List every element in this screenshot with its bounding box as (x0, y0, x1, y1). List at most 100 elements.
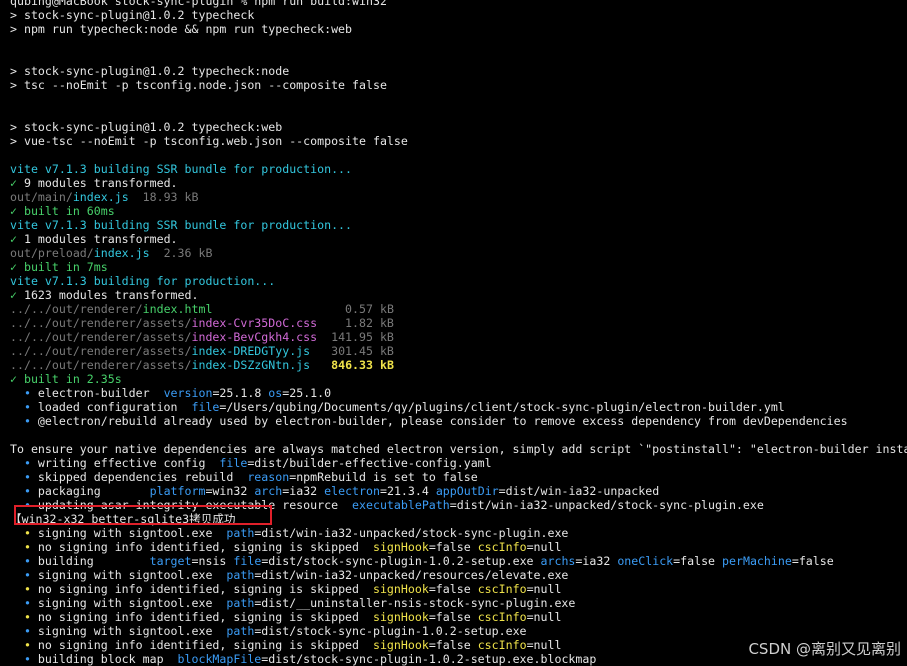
terminal-line: To ensure your native dependencies are a… (10, 442, 907, 456)
terminal-text-segment: path (226, 568, 255, 582)
terminal-text-segment: 9 modules transformed. (16, 176, 178, 190)
terminal-text-segment: signHook (372, 540, 429, 554)
terminal-text-segment: cscInfo (477, 610, 527, 624)
terminal-text-segment: =dist/win-ia32-unpacked/stock-sync-plugi… (254, 526, 569, 540)
terminal-text-segment: loaded configuration (37, 400, 192, 414)
terminal-line: ✓ built in 7ms (10, 260, 907, 274)
terminal-text-segment: ../../out/renderer/assets/ (10, 344, 192, 358)
terminal-text-segment: =21.3.4 (379, 484, 436, 498)
terminal-text-segment: =null (526, 540, 562, 554)
terminal-line: • @electron/rebuild already used by elec… (10, 414, 907, 428)
terminal-line: • no signing info identified, signing is… (10, 540, 907, 554)
terminal-text-segment: blockMapFile (177, 652, 262, 666)
terminal-text-segment: • (10, 470, 38, 484)
terminal-text-segment: =dist/win-ia32-unpacked/resources/elevat… (254, 568, 569, 582)
terminal-text-segment: building (37, 554, 150, 568)
terminal-line: out/preload/index.js 2.36 kB (10, 246, 907, 260)
terminal-text-segment: perMachine (722, 554, 792, 568)
terminal-text-segment: archs (540, 554, 576, 568)
terminal-text-segment: electron (324, 484, 380, 498)
terminal-line: vite v7.1.3 building SSR bundle for prod… (10, 218, 907, 232)
terminal-line: • building target=nsis file=dist/stock-s… (10, 554, 907, 568)
terminal-line: out/main/index.js 18.93 kB (10, 190, 907, 204)
terminal-text-segment: target (149, 554, 192, 568)
terminal-text-segment: path (226, 526, 255, 540)
terminal-text-segment: =dist/stock-sync-plugin-1.0.2-setup.exe (254, 624, 527, 638)
terminal-line: • signing with signtool.exe path=dist/wi… (10, 568, 907, 582)
terminal-text-segment: > tsc --noEmit -p tsconfig.node.json --c… (10, 78, 387, 92)
terminal-text-segment: ✓ (10, 176, 17, 190)
terminal-text-segment: • (10, 414, 38, 428)
terminal-text-segment: no signing info identified, signing is s… (37, 610, 373, 624)
terminal-line: ../../out/renderer/assets/index-Cvr35DoC… (10, 316, 907, 330)
terminal-line: > stock-sync-plugin@1.0.2 typecheck:web (10, 120, 907, 134)
watermark: CSDN @离别又见离别 (748, 640, 901, 658)
terminal-text-segment: cscInfo (477, 582, 527, 596)
terminal-text-segment: =win32 (205, 484, 255, 498)
terminal-text-segment: @electron/rebuild already used by electr… (37, 414, 848, 428)
terminal-text-segment: 1.82 kB (317, 316, 394, 330)
highlight-box (14, 505, 272, 525)
terminal-text-segment: index.html (142, 302, 213, 316)
terminal-line: qubing@MacBook stock-sync-plugin % npm r… (10, 0, 907, 8)
terminal-text-segment: =false (428, 540, 478, 554)
terminal-text-segment: • (10, 386, 38, 400)
terminal-text-segment: file (233, 554, 262, 568)
terminal-text-segment: index-DREDGTyy.js (191, 344, 311, 358)
terminal-line: ../../out/renderer/index.html 0.57 kB (10, 302, 907, 316)
terminal-text-segment: =null (526, 610, 562, 624)
terminal-line: • electron-builder version=25.1.8 os=25.… (10, 386, 907, 400)
terminal-text-segment: ✓ built in 2.35s (10, 372, 122, 386)
terminal-text-segment: 1623 modules transformed. (16, 288, 199, 302)
terminal-line: ✓ 1623 modules transformed. (10, 288, 907, 302)
terminal-line: > stock-sync-plugin@1.0.2 typecheck:node (10, 64, 907, 78)
terminal-text-segment: =ia32 (282, 484, 325, 498)
terminal-text-segment: • (10, 568, 38, 582)
terminal-text-segment: 0.57 kB (212, 302, 394, 316)
terminal-text-segment: • (10, 596, 38, 610)
terminal-text-segment: =25.1.0 (282, 386, 332, 400)
terminal-line: • signing with signtool.exe path=dist/__… (10, 596, 907, 610)
terminal-text-segment: • (10, 540, 38, 554)
terminal-text-segment: • (10, 638, 38, 652)
terminal-text-segment: 846.33 kB (331, 358, 394, 372)
terminal-line: • loaded configuration file=/Users/qubin… (10, 400, 907, 414)
terminal-text-segment: =npmRebuild is set to false (289, 470, 478, 484)
terminal-text-segment: signing with signtool.exe (37, 624, 227, 638)
terminal-text-segment: cscInfo (477, 638, 527, 652)
terminal-text-segment: signing with signtool.exe (37, 526, 227, 540)
terminal-text-segment: =false (428, 638, 478, 652)
terminal-line: • signing with signtool.exe path=dist/wi… (10, 526, 907, 540)
terminal-line: > tsc --noEmit -p tsconfig.node.json --c… (10, 78, 907, 92)
terminal-text-segment: signHook (372, 638, 429, 652)
terminal-text-segment: =false (791, 554, 834, 568)
terminal-text-segment: ✓ (10, 288, 17, 302)
terminal-text-segment: out/main/ (10, 190, 73, 204)
terminal-text-segment: index.js (72, 190, 129, 204)
terminal-line: • no signing info identified, signing is… (10, 610, 907, 624)
terminal-text-segment: arch (254, 484, 283, 498)
terminal-text-segment: vite v7.1.3 building SSR bundle for prod… (10, 162, 353, 176)
terminal-text-segment: • (10, 554, 38, 568)
terminal-line: ../../out/renderer/assets/index-DREDGTyy… (10, 344, 907, 358)
terminal-text-segment: • (10, 652, 38, 666)
terminal-text-segment: no signing info identified, signing is s… (37, 638, 373, 652)
terminal-text-segment: =dist/builder-effective-config.yaml (247, 456, 492, 470)
terminal-text-segment: > npm run typecheck:node && npm run type… (10, 22, 353, 36)
terminal-line: • packaging platform=win32 arch=ia32 ele… (10, 484, 907, 498)
terminal-line: vite v7.1.3 building SSR bundle for prod… (10, 162, 907, 176)
terminal-text-segment: reason (247, 470, 290, 484)
terminal-text-segment: =dist/win-ia32-unpacked (498, 484, 660, 498)
terminal-text-segment: vite v7.1.3 building SSR bundle for prod… (10, 218, 353, 232)
terminal-text-segment: • (10, 400, 38, 414)
terminal-line: vite v7.1.3 building for production... (10, 274, 907, 288)
terminal-text-segment: ✓ built in 7ms (10, 260, 108, 274)
terminal-text-segment: building block map (37, 652, 178, 666)
terminal-text-segment: 18.93 kB (128, 190, 199, 204)
